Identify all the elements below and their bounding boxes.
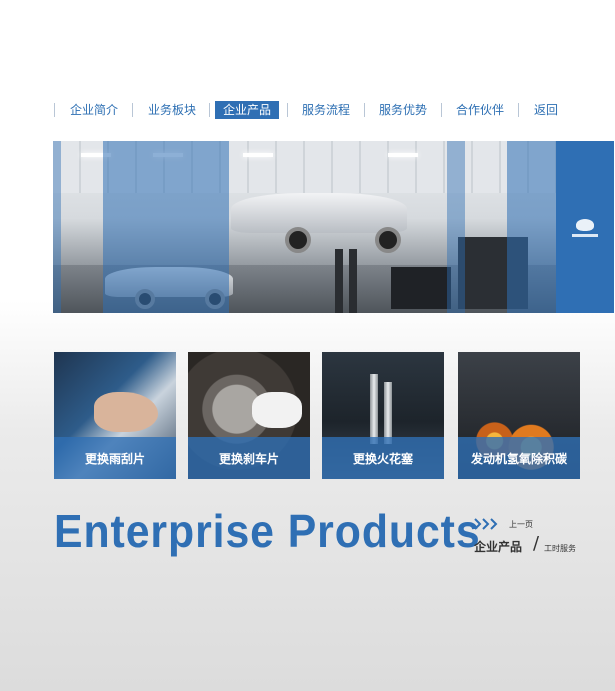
- banner-blue-overlay: [53, 141, 61, 313]
- car-lift-post: [349, 249, 357, 313]
- nav-item-service-process[interactable]: 服务流程: [294, 101, 358, 119]
- nav-divider: [364, 103, 365, 117]
- product-label: 更换火花塞: [352, 452, 413, 466]
- section-subtitle: 工时服务: [544, 544, 576, 553]
- section-name: 企业产品: [474, 540, 523, 554]
- nav-item-business[interactable]: 业务板块: [140, 101, 204, 119]
- section-slash: /: [533, 533, 540, 554]
- ceiling-lamp: [243, 153, 273, 157]
- banner-blue-overlay: [103, 141, 229, 313]
- spark-plug-shape: [384, 382, 392, 444]
- hand-shape: [94, 392, 158, 432]
- nav-divider: [287, 103, 288, 117]
- nav-item-partners[interactable]: 合作伙伴: [448, 101, 512, 119]
- nav-divider: [54, 103, 55, 117]
- car-wheel: [375, 227, 401, 253]
- product-tile-engine-carbon[interactable]: 发动机氢氧除积碳: [458, 352, 580, 479]
- spark-plug-shape: [370, 374, 378, 444]
- nav-item-advantages[interactable]: 服务优势: [371, 101, 435, 119]
- nav-divider: [518, 103, 519, 117]
- car-wheel: [285, 227, 311, 253]
- nav-item-company-intro[interactable]: 企业简介: [62, 101, 126, 119]
- product-tile-wiper[interactable]: 更换雨刮片: [54, 352, 176, 479]
- section-english-title: Enterprise Products: [54, 505, 481, 557]
- nav-divider: [209, 103, 210, 117]
- nav-divider: [132, 103, 133, 117]
- banner-blue-overlay: [507, 141, 557, 313]
- ceiling-lamp: [388, 153, 418, 157]
- nav-item-back[interactable]: 返回: [526, 101, 566, 119]
- tool-cabinet: [391, 267, 451, 309]
- brand-caption-mark: [572, 234, 598, 237]
- workshop-banner: [53, 141, 614, 313]
- car-brand-logo-icon: [576, 219, 594, 231]
- prev-page-link[interactable]: 上一页: [509, 519, 533, 530]
- product-label: 更换刹车片: [218, 452, 279, 466]
- product-tile-spark-plug[interactable]: 更换火花塞: [322, 352, 444, 479]
- product-tile-brake[interactable]: 更换刹车片: [188, 352, 310, 479]
- glove-shape: [252, 392, 302, 428]
- nav-divider: [441, 103, 442, 117]
- banner-brand-panel: [556, 141, 614, 313]
- top-nav: 企业简介 业务板块 企业产品 服务流程 服务优势 合作伙伴 返回: [54, 101, 574, 119]
- product-label: 发动机氢氧除积碳: [470, 452, 567, 466]
- banner-blue-overlay: [447, 141, 465, 313]
- car-lift-post: [335, 249, 343, 313]
- triple-chevron-right-icon[interactable]: [474, 517, 500, 531]
- nav-item-products[interactable]: 企业产品: [215, 101, 279, 119]
- lifted-car: [231, 193, 407, 233]
- product-label: 更换雨刮片: [84, 452, 145, 466]
